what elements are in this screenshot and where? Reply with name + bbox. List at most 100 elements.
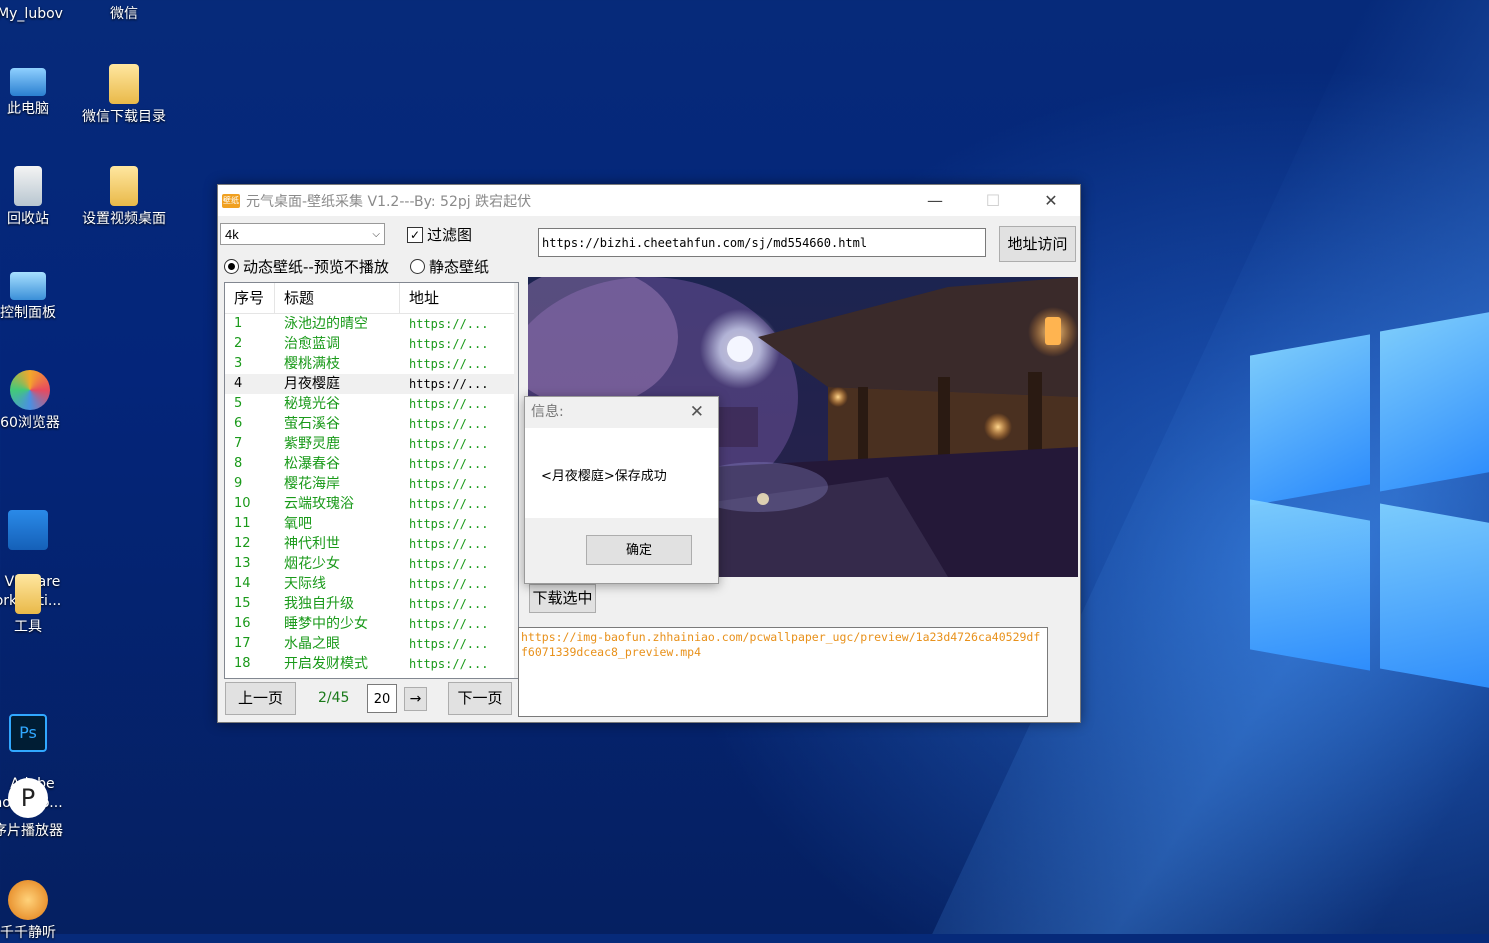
visit-url-button[interactable]: 地址访问: [999, 226, 1076, 262]
maximize-button[interactable]: ☐: [964, 185, 1022, 216]
list-scrollbar[interactable]: [514, 283, 518, 678]
row-title: 樱桃满枝: [284, 356, 340, 372]
row-url: https://...: [409, 537, 489, 551]
row-title: 水晶之眼: [284, 636, 340, 652]
table-row[interactable]: 16 睡梦中的少女 https://...: [225, 614, 518, 634]
row-url: https://...: [409, 497, 489, 511]
desktop-icon-this-pc[interactable]: 此电脑: [0, 64, 76, 119]
desktop-icon-control-panel[interactable]: 控制面板: [0, 268, 76, 323]
row-title: 氧吧: [284, 516, 312, 532]
column-header-title[interactable]: 标题: [275, 283, 400, 313]
resolution-select[interactable]: 4k ⌵: [220, 223, 385, 245]
recycle-bin-icon: [14, 166, 42, 206]
column-header-no[interactable]: 序号: [225, 283, 275, 313]
desktop-icon-wechat-downloads[interactable]: 微信下载目录: [76, 64, 172, 127]
table-row[interactable]: 9 樱花海岸 https://...: [225, 474, 518, 494]
log-output[interactable]: https://img-baofun.zhhainiao.com/pcwallp…: [518, 627, 1048, 717]
row-number: 2: [234, 336, 243, 351]
row-title: 萤石溪谷: [284, 416, 340, 432]
dialog-message: <月夜樱庭>保存成功: [541, 469, 667, 484]
minimize-button[interactable]: —: [906, 185, 964, 216]
table-row[interactable]: 5 秘境光谷 https://...: [225, 394, 518, 414]
row-number: 14: [234, 576, 251, 591]
table-row[interactable]: 6 萤石溪谷 https://...: [225, 414, 518, 434]
player-icon: P: [8, 778, 48, 818]
chevron-down-icon: ⌵: [372, 229, 380, 240]
go-arrow-button[interactable]: →: [404, 687, 427, 711]
table-row[interactable]: 8 松瀑春谷 https://...: [225, 454, 518, 474]
row-number: 3: [234, 356, 243, 371]
row-url: https://...: [409, 517, 489, 531]
table-row[interactable]: 4 月夜樱庭 https://...: [225, 374, 518, 394]
row-url: https://...: [409, 457, 489, 471]
column-header-url[interactable]: 地址: [400, 283, 518, 313]
table-row[interactable]: 18 开启发财模式 https://...: [225, 654, 518, 674]
checkbox-check-icon: ✓: [407, 226, 423, 243]
row-url: https://...: [409, 337, 489, 351]
title-bar[interactable]: 壁纸 元气桌面-壁纸采集 V1.2---By: 52pj 跌宕起伏 — ☐ ✕: [218, 185, 1080, 216]
table-row[interactable]: 7 紫野灵鹿 https://...: [225, 434, 518, 454]
row-url: https://...: [409, 577, 489, 591]
row-number: 8: [234, 456, 243, 471]
filter-checkbox[interactable]: ✓ 过滤图: [407, 224, 472, 245]
prev-page-button[interactable]: 上一页: [225, 682, 296, 715]
page-size-input[interactable]: 20: [367, 684, 397, 713]
row-url: https://...: [409, 477, 489, 491]
url-input[interactable]: https://bizhi.cheetahfun.com/sj/md554660…: [538, 228, 986, 257]
dialog-ok-button[interactable]: 确定: [586, 535, 692, 565]
row-title: 紫野灵鹿: [284, 436, 340, 452]
desktop-icon-label: 控制面板: [0, 305, 56, 321]
app-icon: 壁纸: [222, 193, 240, 208]
row-number: 17: [234, 636, 251, 651]
row-title: 我独自升级: [284, 596, 354, 612]
row-title: 云端玫瑰浴: [284, 496, 354, 512]
table-row[interactable]: 11 氧吧 https://...: [225, 514, 518, 534]
row-number: 4: [234, 376, 243, 391]
row-title: 月夜樱庭: [284, 376, 340, 392]
row-title: 烟花少女: [284, 556, 340, 572]
desktop-icon-360-browser[interactable]: 60浏览器: [0, 370, 78, 433]
desktop-icon-tools[interactable]: 工具: [0, 574, 76, 637]
table-row[interactable]: 17 水晶之眼 https://...: [225, 634, 518, 654]
row-title: 秘境光谷: [284, 396, 340, 412]
row-number: 1: [234, 316, 243, 331]
radio-static-wallpaper[interactable]: 静态壁纸: [410, 256, 489, 277]
dialog-close-button[interactable]: ✕: [690, 397, 704, 428]
table-row[interactable]: 13 烟花少女 https://...: [225, 554, 518, 574]
desktop-icon-label: 此电脑: [7, 101, 49, 117]
row-url: https://...: [409, 597, 489, 611]
next-page-button[interactable]: 下一页: [448, 682, 512, 715]
table-row[interactable]: 3 樱桃满枝 https://...: [225, 354, 518, 374]
table-row[interactable]: 14 天际线 https://...: [225, 574, 518, 594]
folder-icon: [15, 574, 41, 614]
desktop-icon-video-player[interactable]: P 序片播放器: [0, 778, 76, 841]
row-title: 樱花海岸: [284, 476, 340, 492]
table-row[interactable]: 2 治愈蓝调 https://...: [225, 334, 518, 354]
close-button[interactable]: ✕: [1022, 185, 1080, 216]
list-body: 1 泳池边的晴空 https://... 2 治愈蓝调 https://... 3 樱桃满枝 h…: [225, 314, 518, 674]
row-number: 5: [234, 396, 243, 411]
resolution-value: 4k: [225, 227, 239, 242]
table-row[interactable]: 10 云端玫瑰浴 https://...: [225, 494, 518, 514]
row-url: https://...: [409, 377, 489, 391]
row-url: https://...: [409, 657, 489, 671]
row-number: 9: [234, 476, 243, 491]
desktop-icon-wechat[interactable]: 微信: [76, 5, 172, 24]
folder-icon: [110, 166, 138, 206]
row-url: https://...: [409, 437, 489, 451]
download-selected-button[interactable]: 下载选中: [529, 584, 596, 613]
dialog-title-bar[interactable]: 信息: ✕: [525, 397, 718, 428]
row-number: 6: [234, 416, 243, 431]
table-row[interactable]: 1 泳池边的晴空 https://...: [225, 314, 518, 334]
radio-unselected-icon: [410, 259, 425, 274]
table-row[interactable]: 12 神代利世 https://...: [225, 534, 518, 554]
desktop-icon-recycle-bin[interactable]: 回收站: [0, 166, 76, 229]
desktop-icon-my-lubov[interactable]: My_lubov: [0, 5, 78, 24]
row-url: https://...: [409, 417, 489, 431]
list-header: 序号 标题 地址: [225, 283, 518, 314]
table-row[interactable]: 15 我独自升级 https://...: [225, 594, 518, 614]
wallpaper-list[interactable]: 序号 标题 地址 1 泳池边的晴空 https://... 2 治愈蓝调 https://…: [224, 282, 519, 679]
desktop-icon-video-desktop[interactable]: 设置视频桌面: [76, 166, 172, 229]
row-url: https://...: [409, 557, 489, 571]
radio-dynamic-wallpaper[interactable]: 动态壁纸--预览不播放: [224, 256, 389, 277]
